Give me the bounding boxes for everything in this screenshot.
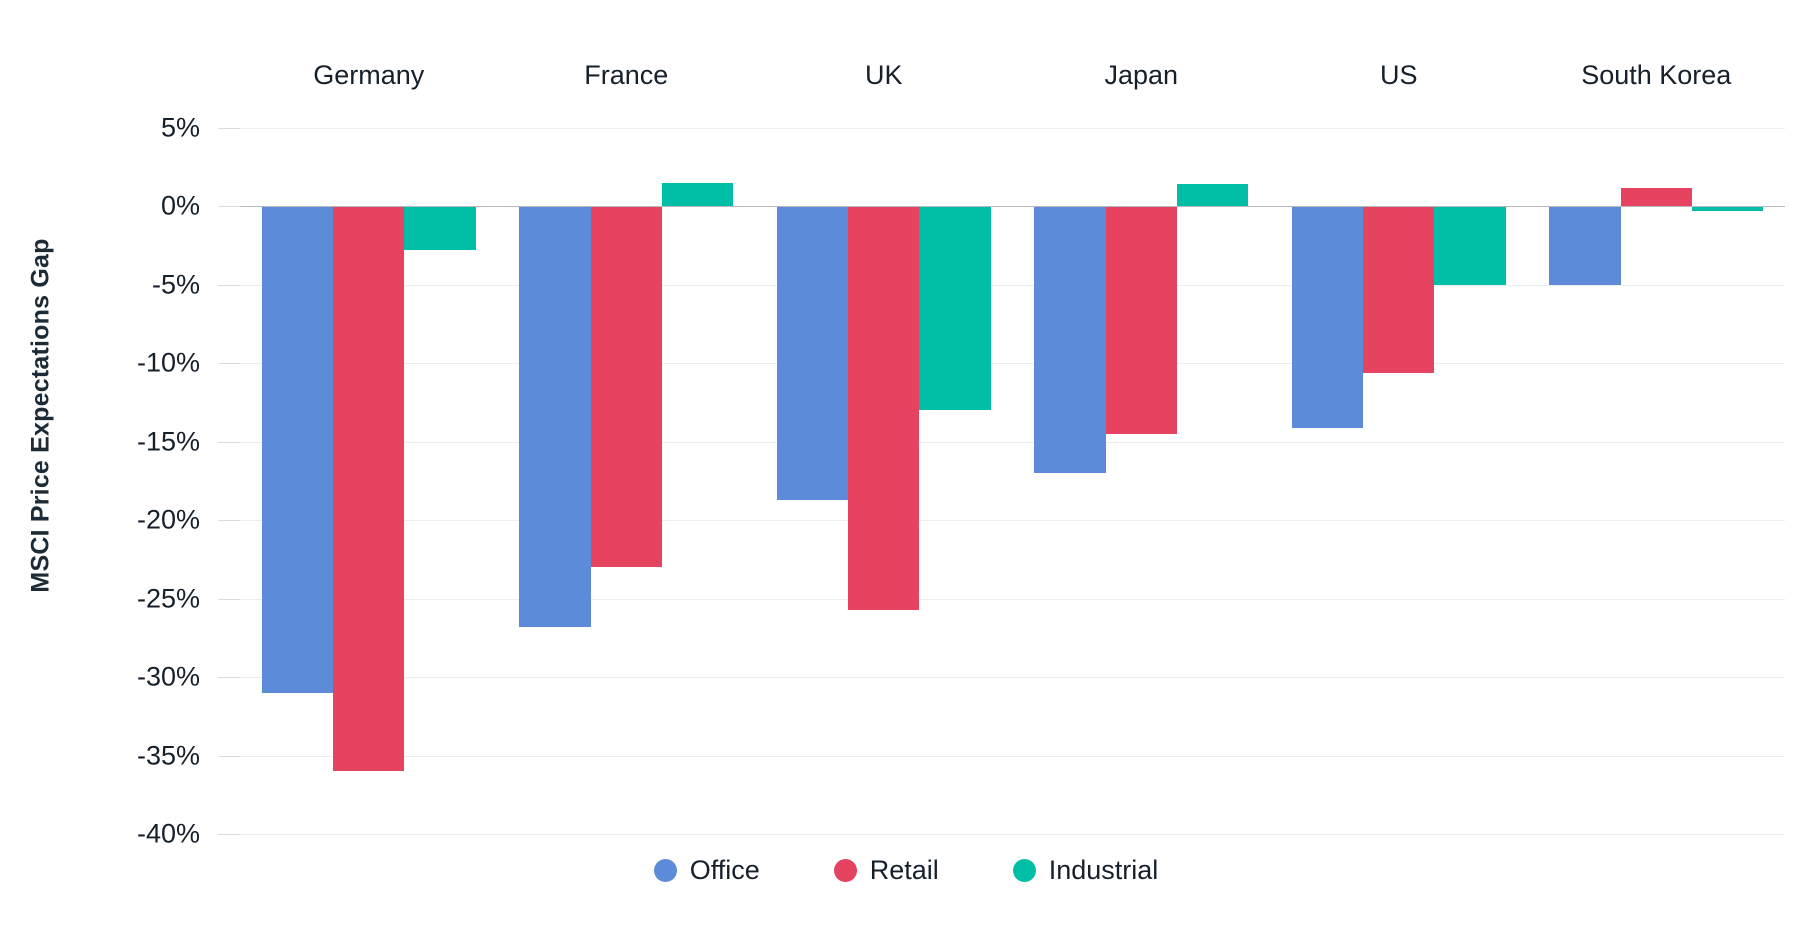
bar[interactable] — [1434, 206, 1506, 285]
gridline — [240, 755, 1785, 757]
zero-axis-line — [240, 206, 1785, 208]
y-axis-tick-mark — [218, 834, 240, 835]
legend-item[interactable]: Industrial — [1012, 855, 1159, 886]
y-axis-tick-mark — [218, 755, 240, 757]
bar[interactable] — [261, 206, 334, 693]
chart-page: MSCI Price Expectations Gap 5% 0% -5% -10% -… — [0, 0, 1812, 937]
y-axis-tick-label: -10% — [136, 347, 200, 378]
bar[interactable] — [1291, 206, 1364, 428]
y-axis-tick-label: -15% — [136, 426, 200, 457]
y-axis-tick-label: -30% — [136, 661, 200, 692]
legend-label: Office — [689, 855, 760, 885]
bar[interactable] — [776, 206, 849, 500]
y-axis-tick-mark — [218, 598, 240, 600]
y-axis-tick-label: -40% — [136, 818, 200, 849]
gridline — [240, 598, 1785, 600]
legend-swatch-circle-icon — [653, 859, 677, 882]
y-axis-tick-mark — [218, 363, 240, 365]
legend-item[interactable]: Office — [653, 855, 760, 886]
legend-label: Retail — [869, 855, 939, 885]
gridline — [240, 677, 1785, 679]
bar[interactable] — [919, 206, 991, 411]
y-axis-tick-mark — [218, 284, 240, 286]
y-axis-tick-label: 5% — [160, 112, 200, 143]
y-axis-tick-label: 0% — [160, 190, 200, 221]
category-label: Japan — [1104, 60, 1179, 90]
bar[interactable] — [1176, 184, 1249, 207]
y-axis-tick-mark — [218, 206, 240, 208]
y-axis-tick-mark — [218, 677, 240, 679]
bar[interactable] — [404, 206, 476, 251]
y-axis-tick-mark — [218, 520, 240, 522]
y-axis-tick-label: -25% — [136, 583, 200, 614]
legend-label: Industrial — [1048, 855, 1159, 885]
gridline — [240, 441, 1785, 443]
bar[interactable] — [1034, 206, 1106, 474]
bar[interactable] — [1363, 206, 1435, 373]
plot-area: 5% 0% -5% -10% -15% -20% -25% -30% -35% -40% Germ… — [137, 60, 1785, 849]
y-axis-tick-label: -5% — [151, 269, 200, 300]
legend-item[interactable]: Retail — [833, 855, 939, 886]
category-label: South Korea — [1581, 60, 1732, 90]
y-axis-tick-label: -20% — [136, 504, 200, 535]
y-axis-tick-mark — [218, 441, 240, 443]
y-axis-tick-label: -35% — [136, 740, 200, 771]
y-axis-tick-mark — [218, 128, 240, 129]
bar[interactable] — [661, 182, 734, 207]
category-label: UK — [864, 60, 903, 90]
gridline — [240, 284, 1785, 286]
bar[interactable] — [848, 206, 920, 610]
category-label: Germany — [313, 60, 425, 90]
gridline — [240, 834, 1785, 835]
bar[interactable] — [590, 206, 662, 568]
bar[interactable] — [333, 206, 405, 772]
bar[interactable] — [1620, 187, 1692, 207]
category-label: France — [584, 60, 669, 90]
gridline — [240, 520, 1785, 522]
bar[interactable] — [1549, 206, 1621, 285]
chart-legend: Office Retail Industrial — [0, 855, 1812, 886]
bar[interactable] — [519, 206, 591, 627]
legend-swatch-circle-icon — [833, 859, 857, 882]
gridline — [240, 363, 1785, 365]
category-label: US — [1379, 60, 1418, 90]
gridline — [240, 128, 1785, 129]
bar[interactable] — [1105, 206, 1177, 434]
legend-swatch-circle-icon — [1012, 859, 1036, 882]
plot-wrapper: 5% 0% -5% -10% -15% -20% -25% -30% -35% -40% Germ… — [0, 0, 1812, 870]
